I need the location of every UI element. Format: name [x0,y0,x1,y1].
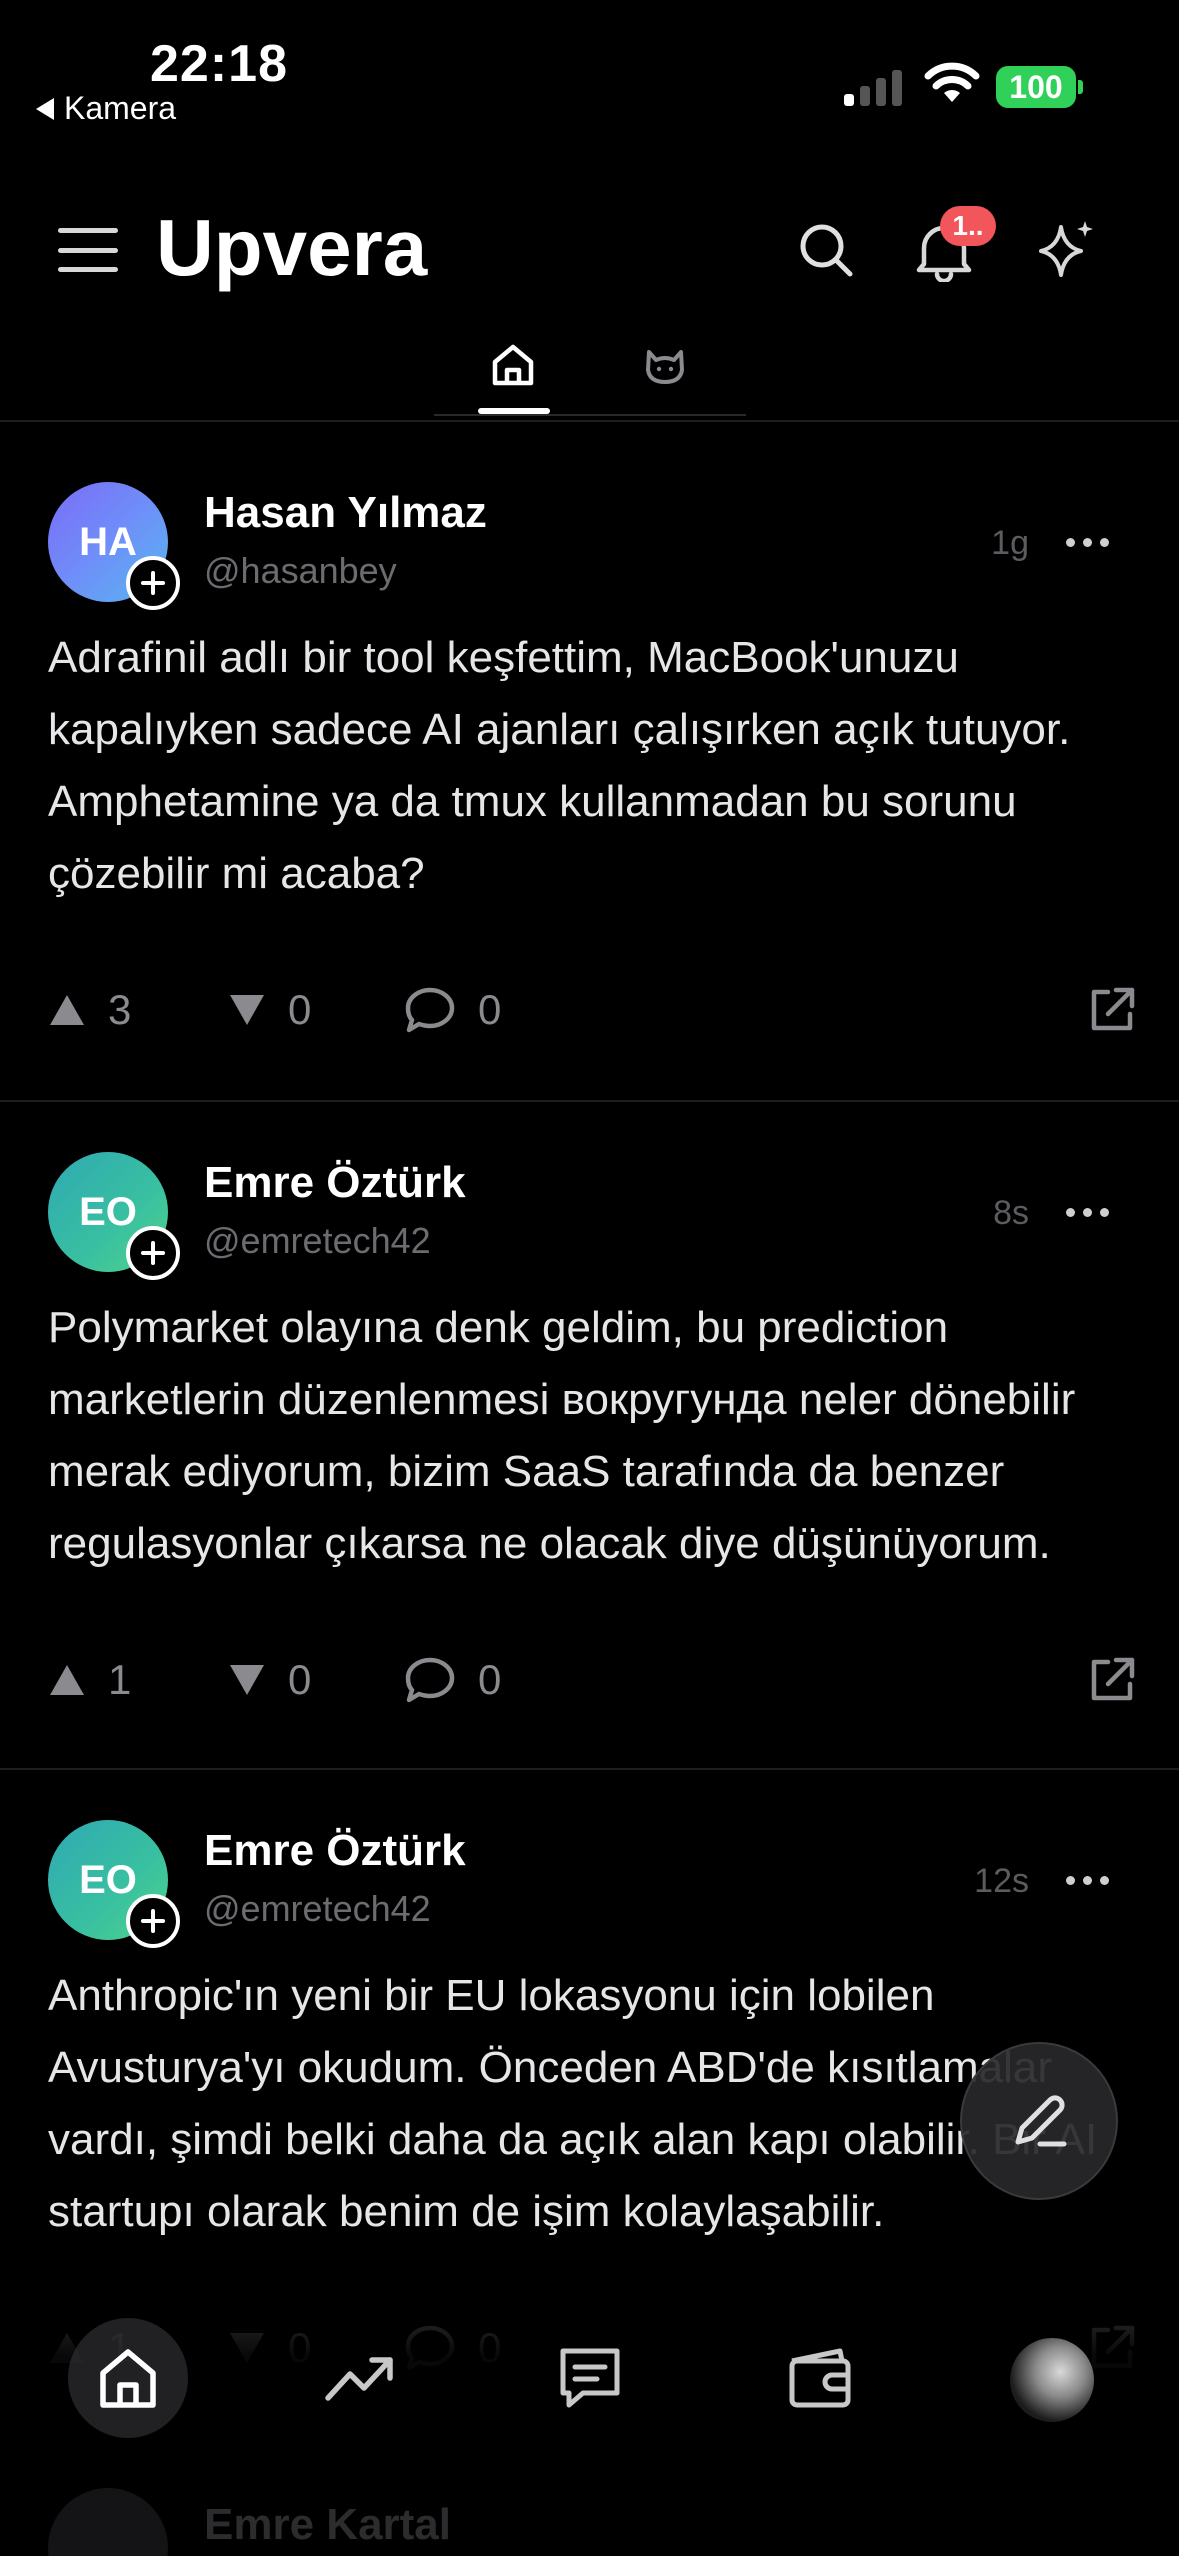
cellular-signal-icon [844,68,902,106]
upvote-icon [50,995,84,1025]
home-icon [492,344,534,386]
nav-home[interactable] [68,2318,188,2438]
follow-plus-icon[interactable] [126,1226,180,1280]
nav-trending[interactable] [310,2328,410,2428]
menu-line [58,267,118,272]
share-external-icon[interactable] [1086,1654,1138,1706]
battery-tip [1078,80,1083,94]
post-time: 1g [991,524,1029,562]
active-tab-indicator [478,408,550,414]
app-header: Upvera 1.. [0,190,1179,310]
cat-icon [646,350,684,384]
upvote-count: 1 [108,1656,132,1703]
post-time: 12s [974,1862,1029,1900]
downvote-button[interactable]: 0 [228,1650,311,1710]
post-time: 8s [993,1194,1029,1232]
follow-plus-icon[interactable] [126,556,180,610]
status-time: 22:18 [150,35,288,93]
home-icon [100,2349,156,2408]
back-to-camera-link[interactable]: Kamera [36,90,176,127]
app-title: Upvera [156,203,428,292]
avatar [48,2488,168,2556]
upvote-button[interactable]: 3 [48,980,131,1040]
post-card[interactable]: EO Emre Öztürk @emretech42 8s Polymarket… [0,1100,1179,1768]
back-label: Kamera [64,90,177,126]
post-card[interactable]: HA Hasan Yılmaz @hasanbey 1g Adrafinil a… [0,420,1179,1100]
tab-cat[interactable] [630,330,700,400]
upvote-button[interactable]: 1 [48,1650,131,1710]
sparkles-icon [1039,221,1093,277]
notification-badge: 1.. [940,206,996,246]
post-body[interactable]: Polymarket olayına denk geldim, bu predi… [48,1292,1138,1580]
downvote-icon [230,995,264,1025]
menu-button[interactable] [56,220,120,280]
bottom-navigation [0,2280,1179,2470]
author-name[interactable]: Hasan Yılmaz [204,488,487,538]
ai-assistant-button[interactable] [1030,214,1102,286]
author-handle: @emretech42 [204,1220,431,1261]
menu-line [58,228,118,233]
comment-icon [405,987,455,1033]
author-handle: @emretech42 [204,1888,431,1929]
author-handle: @hasanbey [204,550,397,591]
compose-button[interactable] [960,2042,1118,2200]
comment-button[interactable]: 0 [404,1650,501,1710]
downvote-count: 0 [288,986,312,1033]
author-name: Emre Kartal [204,2500,452,2549]
comment-count: 0 [478,1656,502,1703]
profile-avatar[interactable] [1010,2338,1094,2422]
comment-icon [405,1657,455,1703]
nav-wallet[interactable] [770,2328,870,2428]
wallet-icon [789,2348,851,2408]
follow-plus-icon[interactable] [126,1894,180,1948]
nav-messages[interactable] [540,2328,640,2428]
downvote-count: 0 [288,1656,312,1703]
share-external-icon[interactable] [1086,984,1138,1036]
post-body[interactable]: Adrafinil adlı bir tool keşfettim, MacBo… [48,622,1138,910]
downvote-icon [230,1665,264,1695]
comment-count: 0 [478,986,502,1033]
comment-button[interactable]: 0 [404,980,501,1040]
wifi-icon [924,62,980,102]
more-options-icon[interactable] [1066,1876,1109,1885]
pencil-icon [1015,2095,1067,2147]
more-options-icon[interactable] [1066,1208,1109,1217]
feed-tabs [434,320,746,416]
upvote-icon [50,1665,84,1695]
author-name[interactable]: Emre Öztürk [204,1158,466,1208]
menu-line [58,247,118,253]
battery-indicator: 100 [996,66,1076,108]
status-bar: 22:18 Kamera 100 [0,0,1179,130]
post-actions: 3 0 0 [48,980,1138,1040]
back-arrow-icon [36,97,54,120]
trending-icon [325,2357,393,2401]
next-post-preview: Emre Kartal [0,2470,1179,2556]
messages-icon [560,2348,620,2408]
search-button[interactable] [790,214,862,286]
search-icon [800,224,853,277]
author-name[interactable]: Emre Öztürk [204,1826,466,1876]
downvote-button[interactable]: 0 [228,980,311,1040]
tab-home[interactable] [478,330,550,414]
more-options-icon[interactable] [1066,538,1109,547]
upvote-count: 3 [108,986,132,1033]
post-actions: 1 0 0 [48,1650,1138,1710]
